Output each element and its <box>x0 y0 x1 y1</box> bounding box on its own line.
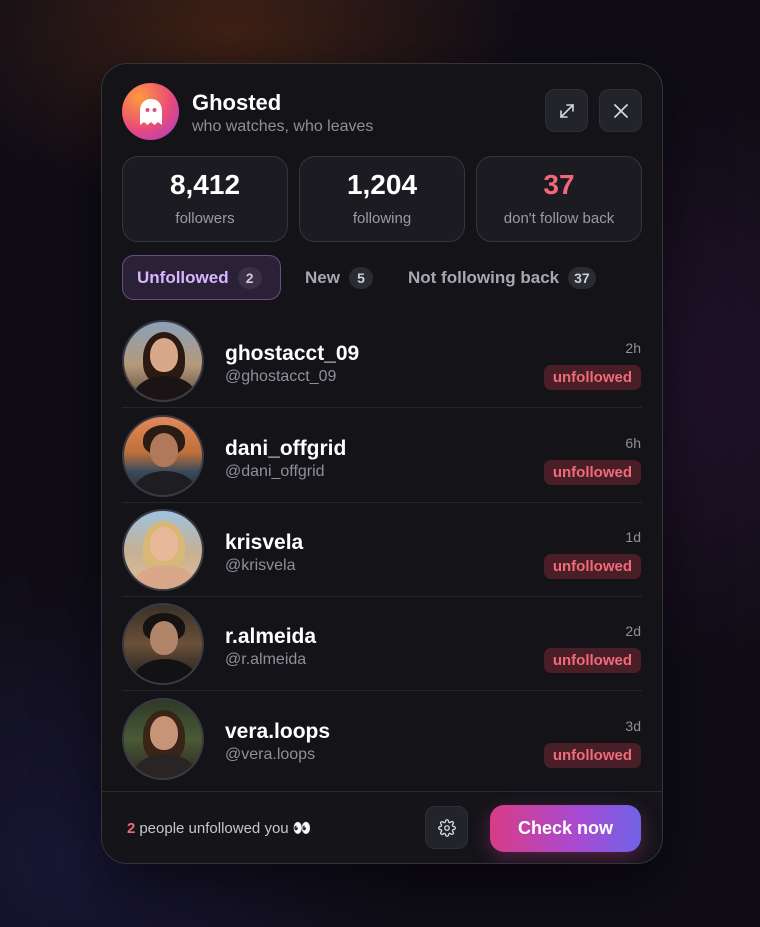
stat-label: followers <box>175 210 235 227</box>
tab-count-badge: 37 <box>568 266 596 289</box>
stat-following: 1,204 following <box>299 156 465 242</box>
unfollow-summary: 2 people unfollowed you 👀 <box>127 819 311 837</box>
check-now-button[interactable]: Check now <box>490 805 641 852</box>
app-title: Ghosted <box>192 90 282 115</box>
footer-bar: 2 people unfollowed you 👀 Check now <box>102 791 662 863</box>
status-badge: unfollowed <box>543 743 641 768</box>
stat-value: 1,204 <box>346 169 418 200</box>
list-item[interactable]: vera.loops @vera.loops 3d unfollowed <box>122 692 642 786</box>
username[interactable]: vera.loops <box>225 720 330 744</box>
stat-label: following <box>352 210 412 227</box>
username[interactable]: dani_offgrid <box>225 437 346 461</box>
status-badge: unfollowed <box>543 648 641 673</box>
divider <box>122 690 642 691</box>
tab-label: Unfollowed <box>137 267 229 287</box>
username[interactable]: r.almeida <box>225 625 316 649</box>
status-badge: unfollowed <box>543 365 641 390</box>
list-item[interactable]: ghostacct_09 @ghostacct_09 2h unfollowed <box>122 314 642 408</box>
app-subtitle: who watches, who leaves <box>192 118 374 135</box>
stat-value: 8,412 <box>169 169 241 200</box>
username[interactable]: ghostacct_09 <box>225 342 359 366</box>
list-item[interactable]: r.almeida @r.almeida 2d unfollowed <box>122 597 642 691</box>
timestamp: 1d <box>625 529 641 545</box>
timestamp: 2d <box>625 623 641 639</box>
user-handle: @vera.loops <box>225 746 316 763</box>
user-handle: @r.almeida <box>225 651 307 668</box>
user-handle: @krisvela <box>225 557 296 574</box>
timestamp: 2h <box>625 340 641 356</box>
status-badge: unfollowed <box>543 460 641 485</box>
ghost-logo-icon <box>122 83 179 140</box>
user-handle: @dani_offgrid <box>225 463 325 480</box>
user-handle: @ghostacct_09 <box>225 368 337 385</box>
settings-button[interactable] <box>425 806 468 849</box>
timestamp: 6h <box>625 435 641 451</box>
tab-new[interactable]: New 5 <box>291 255 387 300</box>
timestamp: 3d <box>625 718 641 734</box>
ghosted-panel: Ghosted who watches, who leaves 8,412 fo… <box>101 63 663 864</box>
close-button[interactable] <box>599 89 642 132</box>
tab-count-badge: 2 <box>237 266 262 289</box>
unfollow-summary-text: people unfollowed you 👀 <box>139 820 312 837</box>
expand-button[interactable] <box>545 89 588 132</box>
list-item[interactable]: dani_offgrid @dani_offgrid 6h unfollowed <box>122 409 642 503</box>
expand-icon <box>559 103 574 118</box>
tab-unfollowed[interactable]: Unfollowed 2 <box>122 255 281 300</box>
stat-followers: 8,412 followers <box>122 156 288 242</box>
avatar[interactable] <box>122 603 204 685</box>
unfollow-count: 2 <box>127 820 136 837</box>
avatar[interactable] <box>122 320 204 402</box>
status-badge: unfollowed <box>543 554 641 579</box>
list-item[interactable]: krisvela @krisvela 1d unfollowed <box>122 503 642 597</box>
close-icon <box>613 103 628 118</box>
tab-label: New <box>305 267 340 287</box>
stat-value: 37 <box>543 169 575 200</box>
gear-icon <box>437 818 456 837</box>
tab-label: Not following back <box>408 267 560 287</box>
username[interactable]: krisvela <box>225 531 303 555</box>
avatar[interactable] <box>122 415 204 497</box>
divider <box>122 407 642 408</box>
avatar[interactable] <box>122 509 204 591</box>
tab-not-following-back[interactable]: Not following back 37 <box>394 255 610 300</box>
stat-label: don't follow back <box>503 210 615 227</box>
avatar[interactable] <box>122 698 204 780</box>
stat-dont-follow-back: 37 don't follow back <box>476 156 642 242</box>
tab-count-badge: 5 <box>348 266 373 289</box>
